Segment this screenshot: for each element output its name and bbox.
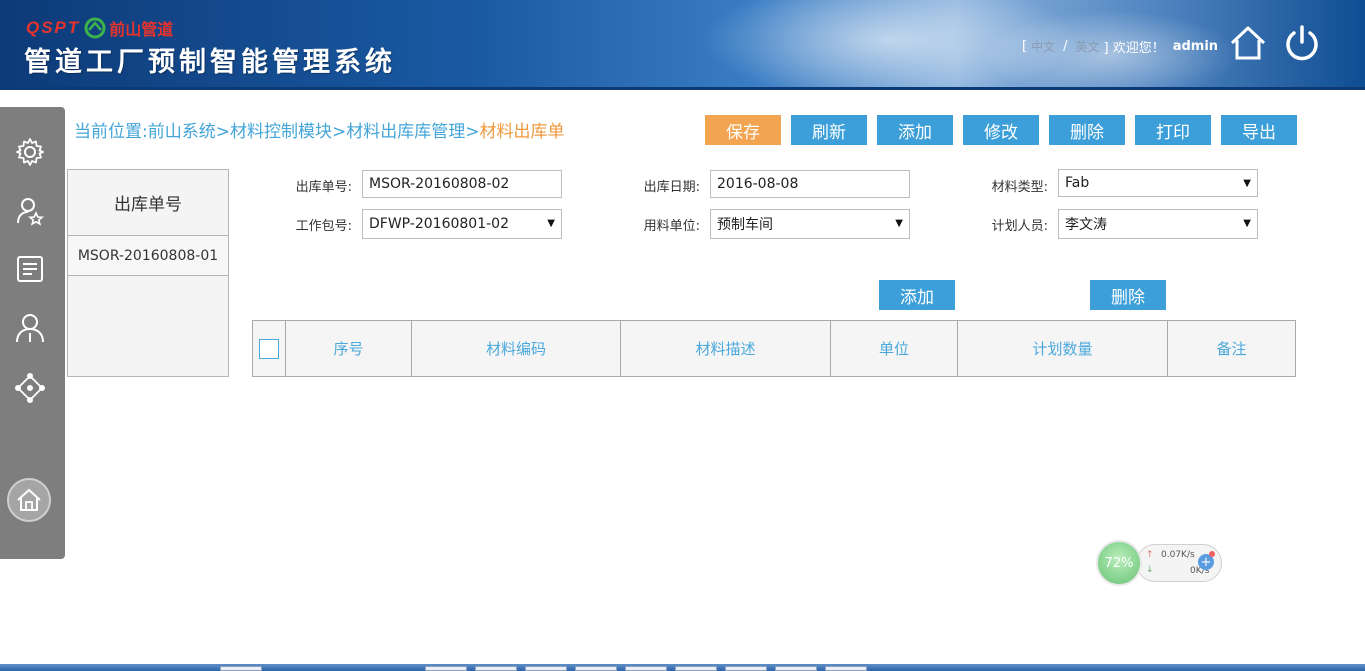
- column-header-planned-qty[interactable]: 计划数量: [958, 321, 1168, 376]
- planner-value: 李文涛: [1065, 217, 1107, 233]
- material-type-label: 材料类型:: [991, 180, 1048, 195]
- taskbar-tab[interactable]: [825, 666, 867, 671]
- taskbar-tab[interactable]: [425, 666, 467, 671]
- material-type-select[interactable]: Fab ▼: [1058, 169, 1258, 197]
- column-header-material-code[interactable]: 材料编码: [412, 321, 621, 376]
- settings-gear-icon: [16, 138, 44, 166]
- date-label: 出库日期:: [643, 180, 700, 195]
- logo-chinese-name: 前山管道: [109, 20, 174, 39]
- home-icon[interactable]: [1229, 24, 1267, 62]
- list-item[interactable]: MSOR-20160808-01: [68, 236, 228, 276]
- app-header: QSPT 前山管道 管道工厂预制智能管理系统 [ 中文 / 英文 ] 欢迎您！ …: [0, 0, 1365, 90]
- order-list-panel: 出库单号 MSOR-20160808-01: [67, 169, 229, 377]
- column-header-material-desc[interactable]: 材料描述: [621, 321, 831, 376]
- lang-chinese-link[interactable]: 中文: [1031, 38, 1055, 55]
- username: admin: [1172, 39, 1219, 54]
- order-no-value: MSOR-20160808-02: [369, 176, 510, 192]
- power-icon[interactable]: [1283, 24, 1321, 62]
- home-circle-icon: [17, 488, 41, 511]
- document-list-icon: [17, 256, 43, 282]
- language-user-bar: [ 中文 / 英文 ] 欢迎您！ admin: [1022, 37, 1218, 56]
- sidebar-item-settings[interactable]: [10, 132, 50, 172]
- logo-mark-icon: [84, 17, 106, 39]
- download-arrow-icon: ↓: [1146, 565, 1154, 575]
- taskbar-tab[interactable]: [475, 666, 517, 671]
- welcome-text: ] 欢迎您！: [1103, 41, 1165, 56]
- sidebar-item-user-star[interactable]: [10, 191, 50, 231]
- planner-label: 计划人员:: [991, 219, 1048, 234]
- memory-usage-circle[interactable]: 72%: [1096, 540, 1142, 586]
- taskbar-tab[interactable]: [675, 666, 717, 671]
- system-title: 管道工厂预制智能管理系统: [24, 47, 396, 78]
- date-value: 2016-08-08: [717, 176, 799, 192]
- sidebar-item-documents[interactable]: [10, 249, 50, 289]
- select-all-checkbox[interactable]: [259, 338, 279, 359]
- dept-select[interactable]: 预制车间 ▼: [710, 209, 910, 239]
- lang-separator: /: [1063, 39, 1068, 54]
- header-bottom-band: [0, 87, 1365, 90]
- delete-button[interactable]: 删除: [1049, 115, 1125, 145]
- detail-table-header: 序号 材料编码 材料描述 单位 计划数量 备注: [252, 320, 1296, 377]
- breadcrumb: 当前位置:前山系统>材料控制模块>材料出库库管理>材料出库单: [74, 117, 564, 142]
- save-button[interactable]: 保存: [705, 115, 781, 145]
- breadcrumb-current: 材料出库单: [479, 122, 565, 142]
- sidebar-item-network[interactable]: [10, 368, 50, 408]
- column-header-remarks[interactable]: 备注: [1168, 321, 1295, 376]
- column-header-index[interactable]: 序号: [286, 321, 412, 376]
- sidebar-item-person[interactable]: [10, 308, 50, 348]
- taskbar-tab[interactable]: [525, 666, 567, 671]
- export-button[interactable]: 导出: [1221, 115, 1297, 145]
- dept-label: 用料单位:: [643, 219, 700, 234]
- taskbar-tab[interactable]: [625, 666, 667, 671]
- chevron-down-icon: ▼: [1243, 178, 1251, 189]
- select-all-cell: [253, 321, 286, 376]
- memory-percent: 72%: [1104, 555, 1134, 571]
- chevron-down-icon: ▼: [547, 218, 555, 229]
- taskbar-tab[interactable]: [575, 666, 617, 671]
- taskbar-tab[interactable]: [220, 666, 262, 671]
- network-nodes-icon: [15, 373, 45, 403]
- detail-delete-button[interactable]: 删除: [1090, 280, 1166, 310]
- breadcrumb-path[interactable]: 当前位置:前山系统>材料控制模块>材料出库库管理>: [74, 122, 479, 142]
- detail-add-button[interactable]: 添加: [879, 280, 955, 310]
- lang-english-link[interactable]: 英文: [1075, 38, 1099, 55]
- add-button[interactable]: 添加: [877, 115, 953, 145]
- taskbar-strip: [0, 664, 1365, 671]
- company-logo: QSPT 前山管道: [26, 17, 173, 39]
- work-package-value: DFWP-20160801-02: [369, 216, 509, 232]
- left-sidebar: [0, 107, 65, 559]
- material-type-value: Fab: [1065, 175, 1090, 191]
- refresh-button[interactable]: 刷新: [791, 115, 867, 145]
- edit-button[interactable]: 修改: [963, 115, 1039, 145]
- logo-text: QSPT: [26, 18, 81, 37]
- chevron-down-icon: ▼: [1243, 218, 1251, 229]
- planner-select[interactable]: 李文涛 ▼: [1058, 209, 1258, 239]
- main-toolbar: 保存 刷新 添加 修改 删除 打印 导出: [705, 115, 1297, 145]
- column-header-unit[interactable]: 单位: [831, 321, 958, 376]
- sidebar-home-button[interactable]: [7, 478, 51, 522]
- print-button[interactable]: 打印: [1135, 115, 1211, 145]
- order-list-header: 出库单号: [68, 170, 228, 236]
- order-no-label: 出库单号:: [295, 180, 352, 195]
- taskbar-tab[interactable]: [775, 666, 817, 671]
- upload-arrow-icon: ↑: [1146, 550, 1154, 560]
- network-speed-widget[interactable]: 72% ↑ 0.07K/s ↓ 0K/s +: [1096, 540, 1222, 586]
- lang-bracket-open: [: [1022, 39, 1028, 54]
- order-no-field[interactable]: MSOR-20160808-02: [362, 170, 562, 198]
- dept-value: 预制车间: [717, 217, 773, 233]
- chevron-down-icon: ▼: [895, 218, 903, 229]
- taskbar-tab[interactable]: [725, 666, 767, 671]
- work-package-select[interactable]: DFWP-20160801-02 ▼: [362, 209, 562, 239]
- upload-speed: 0.07K/s: [1161, 550, 1195, 560]
- person-icon: [16, 314, 44, 343]
- notification-dot: [1209, 551, 1215, 557]
- date-field[interactable]: 2016-08-08: [710, 170, 910, 198]
- user-star-icon: [17, 198, 45, 226]
- work-package-label: 工作包号:: [295, 219, 352, 234]
